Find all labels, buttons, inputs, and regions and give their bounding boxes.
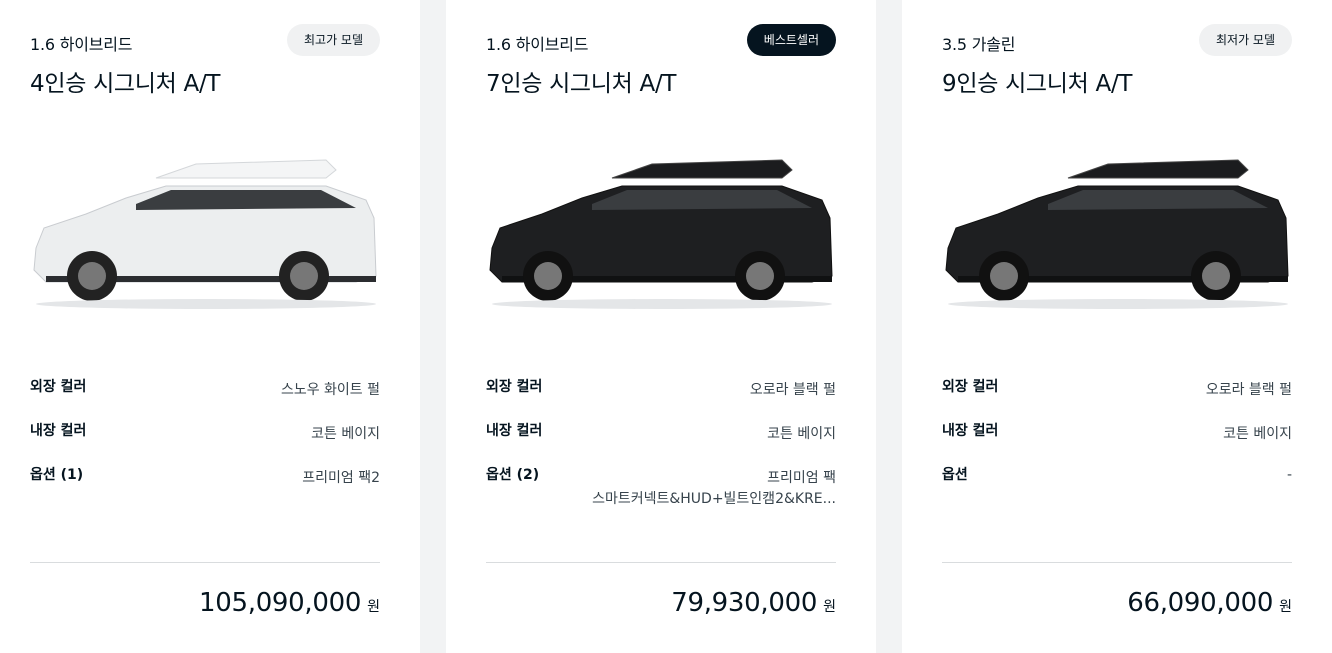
option-value-extra: 스마트커넥트&HUD+빌트인캠2&KRE...: [592, 491, 836, 507]
interior-color-value: 코튼 베이지: [767, 426, 836, 442]
divider: [30, 562, 380, 563]
spec-list: 외장 컬러 오로라 블랙 펄 내장 컬러 코튼 베이지 옵션 -: [942, 376, 1292, 508]
price-amount: 79,930,000: [671, 588, 818, 618]
option-value: -: [1286, 467, 1292, 483]
trim-card[interactable]: 3.5 가솔린 최저가 모델 9인승 시그니처 A/T 외장 컬러 오로라 블랙…: [902, 0, 1332, 653]
interior-color-label: 내장 컬러: [30, 423, 87, 439]
car-image: [489, 159, 833, 309]
price: 66,090,000 원: [1127, 588, 1292, 618]
spec-row-option: 옵션 -: [942, 464, 1292, 508]
exterior-color-label: 외장 컬러: [30, 379, 87, 395]
price-amount: 105,090,000: [199, 588, 362, 618]
price-amount: 66,090,000: [1127, 588, 1274, 618]
option-value: 프리미엄 팩2: [302, 470, 380, 486]
divider: [486, 562, 836, 563]
spec-row-interior: 내장 컬러 코튼 베이지: [486, 420, 836, 464]
model-badge: 베스트셀러: [746, 24, 836, 56]
spec-list: 외장 컬러 오로라 블랙 펄 내장 컬러 코튼 베이지 옵션 (2) 프리미엄 …: [486, 376, 836, 508]
option-label: 옵션 (1): [30, 467, 84, 483]
spec-row-exterior: 외장 컬러 스노우 화이트 펄: [30, 376, 380, 420]
trim-card-list: 1.6 하이브리드 최고가 모델 4인승 시그니처 A/T 외장 컬러 스노우 …: [0, 0, 1332, 653]
trim-name: 4인승 시그니처 A/T: [30, 71, 221, 97]
model-badge: 최고가 모델: [286, 24, 380, 56]
exterior-color-label: 외장 컬러: [942, 379, 999, 395]
spec-row-exterior: 외장 컬러 오로라 블랙 펄: [486, 376, 836, 420]
spec-row-interior: 내장 컬러 코튼 베이지: [30, 420, 380, 464]
car-image: [33, 159, 377, 309]
engine-type: 3.5 가솔린: [942, 35, 1016, 54]
exterior-color-label: 외장 컬러: [486, 379, 543, 395]
price-unit: 원: [367, 599, 380, 615]
option-label: 옵션 (2): [486, 467, 540, 483]
trim-card[interactable]: 1.6 하이브리드 최고가 모델 4인승 시그니처 A/T 외장 컬러 스노우 …: [0, 0, 420, 653]
interior-color-value: 코튼 베이지: [311, 426, 380, 442]
trim-name: 9인승 시그니처 A/T: [942, 71, 1133, 97]
price: 79,930,000 원: [671, 588, 836, 618]
exterior-color-value: 오로라 블랙 펄: [749, 382, 836, 398]
engine-type: 1.6 하이브리드: [30, 35, 133, 54]
option-label: 옵션: [942, 467, 968, 483]
spec-row-option: 옵션 (2) 프리미엄 팩 스마트커넥트&HUD+빌트인캠2&KRE...: [486, 464, 836, 508]
car-image: [945, 159, 1289, 309]
interior-color-value: 코튼 베이지: [1223, 426, 1292, 442]
divider: [942, 562, 1292, 563]
spec-list: 외장 컬러 스노우 화이트 펄 내장 컬러 코튼 베이지 옵션 (1) 프리미엄…: [30, 376, 380, 508]
interior-color-label: 내장 컬러: [942, 423, 999, 439]
spec-row-exterior: 외장 컬러 오로라 블랙 펄: [942, 376, 1292, 420]
price: 105,090,000 원: [199, 588, 380, 618]
exterior-color-value: 스노우 화이트 펄: [280, 382, 380, 398]
model-badge: 최저가 모델: [1198, 24, 1292, 56]
exterior-color-value: 오로라 블랙 펄: [1205, 382, 1292, 398]
car-drawing: [489, 159, 833, 309]
spec-row-interior: 내장 컬러 코튼 베이지: [942, 420, 1292, 464]
car-drawing: [945, 159, 1289, 309]
trim-name: 7인승 시그니처 A/T: [486, 71, 677, 97]
interior-color-label: 내장 컬러: [486, 423, 543, 439]
price-unit: 원: [823, 599, 836, 615]
option-value: 프리미엄 팩: [767, 470, 836, 486]
engine-type: 1.6 하이브리드: [486, 35, 589, 54]
trim-card[interactable]: 1.6 하이브리드 베스트셀러 7인승 시그니처 A/T 외장 컬러 오로라 블…: [446, 0, 876, 653]
spec-row-option: 옵션 (1) 프리미엄 팩2: [30, 464, 380, 508]
car-drawing: [33, 159, 377, 309]
price-unit: 원: [1279, 599, 1292, 615]
